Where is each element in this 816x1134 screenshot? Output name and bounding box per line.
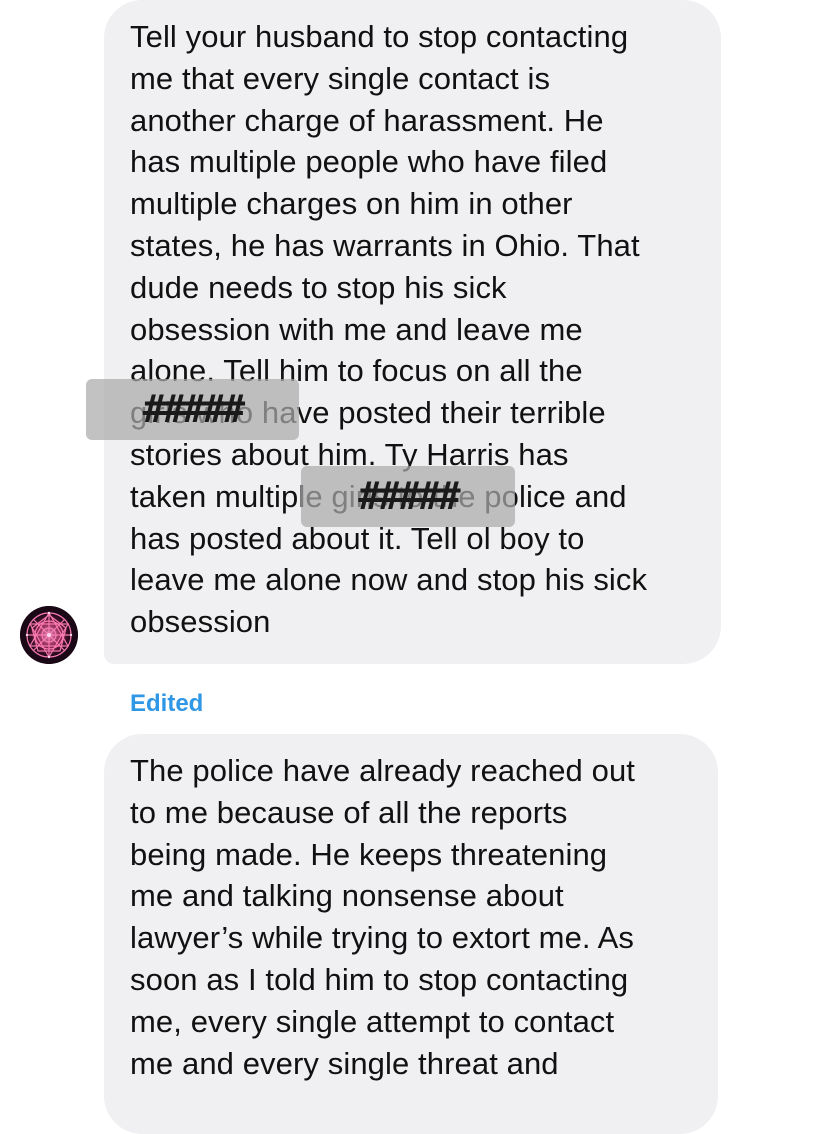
message-line: me that every single contact is [130, 60, 551, 96]
message-line: me and every single threat and [130, 1045, 559, 1081]
message-bubble-incoming[interactable]: Tell your husband to stop contacting me … [104, 0, 721, 664]
message-line: me and talking nonsense about [130, 878, 564, 914]
edited-label: Edited [130, 690, 204, 717]
message-line: The police have already reached out [130, 753, 635, 788]
message-line: Tell your husband to stop contacting [130, 19, 629, 54]
message-line: lawyer’s while trying to extort me. As [130, 920, 635, 956]
sacred-geometry-avatar-icon[interactable] [20, 606, 78, 664]
message-line: has multiple people who have filed [130, 144, 608, 180]
message-line: obsession with me and leave me [130, 311, 583, 347]
message-line: soon as I told him to stop contacting [130, 961, 629, 997]
message-line: multiple charges on him in other [130, 186, 573, 222]
message-line: obsession [130, 604, 271, 640]
message-bubble-incoming[interactable]: The police have already reached out to m… [104, 734, 718, 1134]
message-line: dude needs to stop his sick [130, 269, 507, 305]
message-line: states, he has warrants in Ohio. That [130, 227, 640, 263]
avatar-pattern-icon [20, 606, 78, 664]
message-line: being made. He keeps threatening [130, 836, 608, 872]
redaction-overlay: ##### [301, 466, 515, 527]
message-line: me, every single attempt to contact [130, 1003, 615, 1039]
message-line: leave me alone now and stop his sick [130, 562, 648, 598]
message-line: another charge of harassment. He [130, 102, 604, 138]
message-line: to me because of all the reports [130, 794, 568, 830]
redaction-overlay: ##### [86, 379, 299, 440]
